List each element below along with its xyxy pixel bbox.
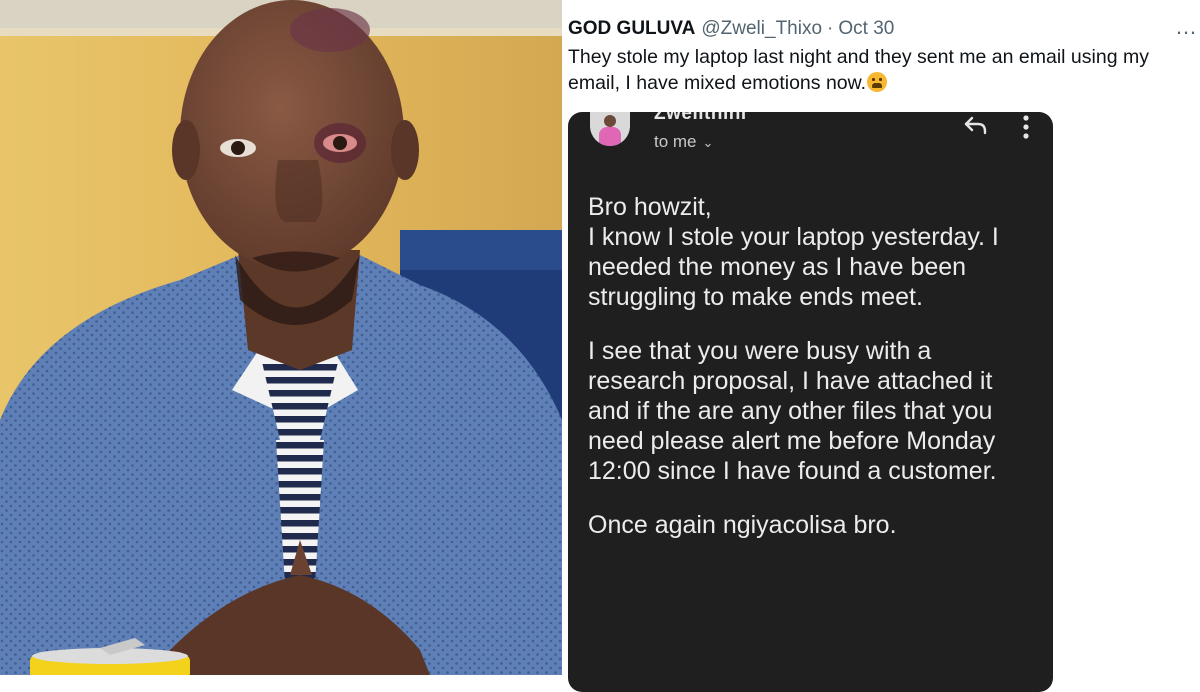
email-recipient: to me ⌄ bbox=[654, 132, 713, 152]
email-sender-name: Zwelithini bbox=[654, 112, 747, 124]
tweet-text-content: They stole my laptop last night and they… bbox=[568, 46, 1149, 94]
sender-avatar bbox=[590, 112, 630, 146]
email-screenshot[interactable]: Zwelithini to me ⌄ Bro howzit, I know I st… bbox=[568, 112, 1053, 692]
chevron-down-icon: ⌄ bbox=[702, 135, 714, 150]
portrait-photo bbox=[0, 0, 562, 675]
weary-face-emoji-icon bbox=[867, 72, 888, 92]
to-label: to me bbox=[654, 132, 697, 151]
more-vertical-icon bbox=[1023, 115, 1029, 139]
tweet-text: They stole my laptop last night and they… bbox=[568, 44, 1196, 96]
portrait-image bbox=[0, 0, 562, 675]
email-body: Bro howzit, I know I stole your laptop ye… bbox=[588, 192, 1033, 564]
email-paragraph: Bro howzit, I know I stole your laptop ye… bbox=[588, 192, 1033, 312]
email-greeting: Bro howzit, I know I stole your laptop ye… bbox=[588, 193, 999, 311]
user-handle[interactable]: @Zweli_Thixo bbox=[701, 18, 822, 39]
email-paragraph: Once again ngiyacolisa bro. bbox=[588, 511, 897, 539]
tweet-date[interactable]: Oct 30 bbox=[838, 18, 894, 39]
more-options-icon[interactable]: … bbox=[1175, 14, 1198, 40]
display-name[interactable]: GOD GULUVA bbox=[568, 18, 695, 39]
separator-dot: · bbox=[827, 18, 834, 39]
email-paragraph: I see that you were busy with a research… bbox=[588, 337, 997, 485]
tweet-card[interactable]: GOD GULUVA @Zweli_Thixo · Oct 30 … They sto… bbox=[568, 0, 1200, 692]
tweet-header: GOD GULUVA @Zweli_Thixo · Oct 30 bbox=[568, 18, 894, 42]
reply-icon bbox=[964, 116, 987, 135]
